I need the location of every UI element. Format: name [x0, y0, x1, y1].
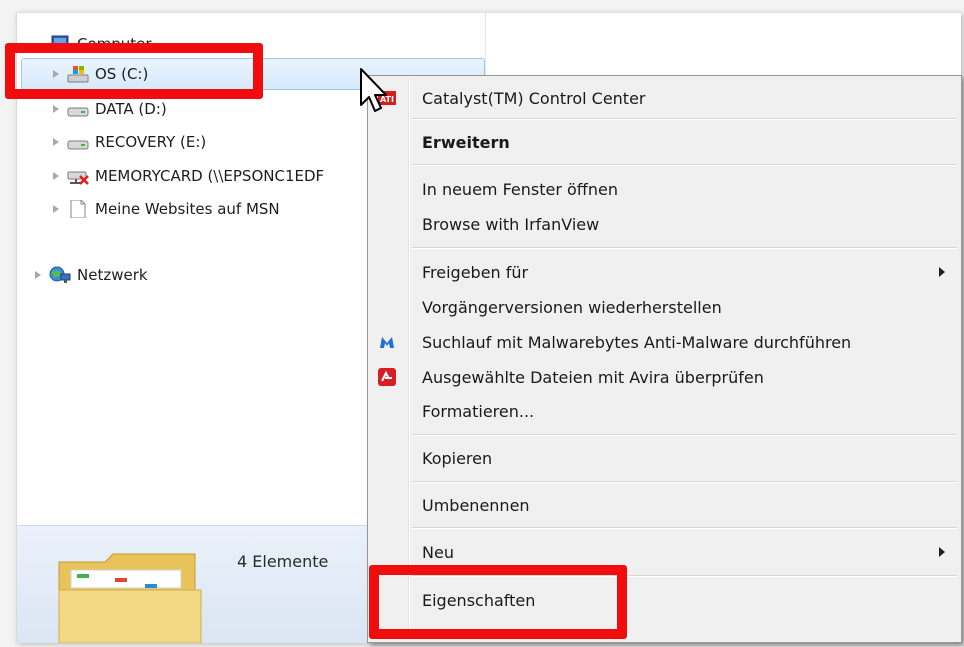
highlight-box-os-drive — [5, 43, 263, 99]
context-menu: ATI Catalyst(TM) Control Center Erweiter… — [367, 75, 962, 643]
folder-icon — [55, 544, 205, 644]
expand-arrow-icon[interactable] — [51, 204, 61, 214]
menu-item-format[interactable]: Formatieren... — [370, 394, 959, 428]
menu-separator — [412, 164, 957, 166]
tree-item-network-drive[interactable]: MEMORYCARD (\\EPSONC1EDF — [51, 163, 324, 189]
network-globe-icon — [49, 266, 71, 284]
menu-item-copy[interactable]: Kopieren — [370, 441, 959, 475]
expand-arrow-icon[interactable] — [51, 137, 61, 147]
tree-item-network[interactable]: Netzwerk — [33, 262, 148, 288]
menu-item-label: Umbenennen — [422, 495, 530, 515]
menu-item-label: Erweitern — [422, 132, 510, 152]
menu-item-catalyst[interactable]: ATI Catalyst(TM) Control Center — [370, 81, 959, 115]
menu-item-label: Ausgewählte Dateien mit Avira überprüfen — [422, 367, 764, 387]
menu-item-expand[interactable]: Erweitern — [370, 125, 959, 159]
mouse-cursor-icon — [360, 68, 387, 112]
menu-item-irfanview[interactable]: Browse with IrfanView — [370, 207, 959, 241]
menu-item-rename[interactable]: Umbenennen — [370, 488, 959, 522]
menu-item-malwarebytes[interactable]: Suchlauf mit Malwarebytes Anti-Malware d… — [370, 325, 959, 359]
menu-separator — [412, 434, 957, 436]
expand-arrow-icon[interactable] — [33, 270, 43, 280]
network-drive-disconnected-icon — [67, 167, 89, 185]
submenu-arrow-icon — [939, 547, 945, 557]
avira-icon — [378, 368, 396, 386]
tree-item-label: DATA (D:) — [95, 100, 167, 118]
highlight-box-properties — [369, 565, 627, 639]
menu-separator — [412, 247, 957, 249]
menu-item-label: Browse with IrfanView — [422, 214, 600, 234]
tree-item-label: Netzwerk — [77, 266, 148, 284]
malwarebytes-icon — [378, 333, 396, 351]
menu-item-label: Freigeben für — [422, 262, 529, 282]
document-icon — [67, 199, 89, 219]
drive-icon — [67, 133, 89, 151]
tree-item-label: MEMORYCARD (\\EPSONC1EDF — [95, 167, 325, 185]
menu-separator — [412, 118, 957, 120]
tree-item-label: Meine Websites auf MSN — [95, 200, 280, 218]
menu-item-label: Suchlauf mit Malwarebytes Anti-Malware d… — [422, 332, 852, 352]
expand-arrow-icon[interactable] — [51, 171, 61, 181]
menu-item-label: Vorgängerversionen wiederherstellen — [422, 297, 722, 317]
menu-item-restore-versions[interactable]: Vorgängerversionen wiederherstellen — [370, 290, 959, 324]
submenu-arrow-icon — [939, 267, 945, 277]
tree-item-label: RECOVERY (E:) — [95, 133, 207, 151]
tree-item-drive[interactable]: RECOVERY (E:) — [51, 129, 206, 155]
menu-item-label: Neu — [422, 542, 454, 562]
menu-item-open-new-window[interactable]: In neuem Fenster öffnen — [370, 172, 959, 206]
drive-icon — [67, 100, 89, 118]
menu-item-label: Catalyst(TM) Control Center — [422, 88, 646, 108]
menu-item-share-with[interactable]: Freigeben für — [370, 255, 959, 289]
menu-item-label: In neuem Fenster öffnen — [422, 179, 618, 199]
menu-separator — [412, 481, 957, 483]
menu-item-label: Formatieren... — [422, 401, 535, 421]
expand-arrow-icon[interactable] — [51, 104, 61, 114]
menu-item-avira[interactable]: Ausgewählte Dateien mit Avira überprüfen — [370, 360, 959, 394]
menu-separator — [412, 527, 957, 529]
menu-item-new[interactable]: Neu — [370, 535, 959, 569]
tree-item-msn[interactable]: Meine Websites auf MSN — [51, 196, 280, 222]
menu-item-label: Kopieren — [422, 448, 493, 468]
item-count-label: 4 Elemente — [237, 552, 329, 571]
tree-item-drive[interactable]: DATA (D:) — [51, 96, 167, 122]
